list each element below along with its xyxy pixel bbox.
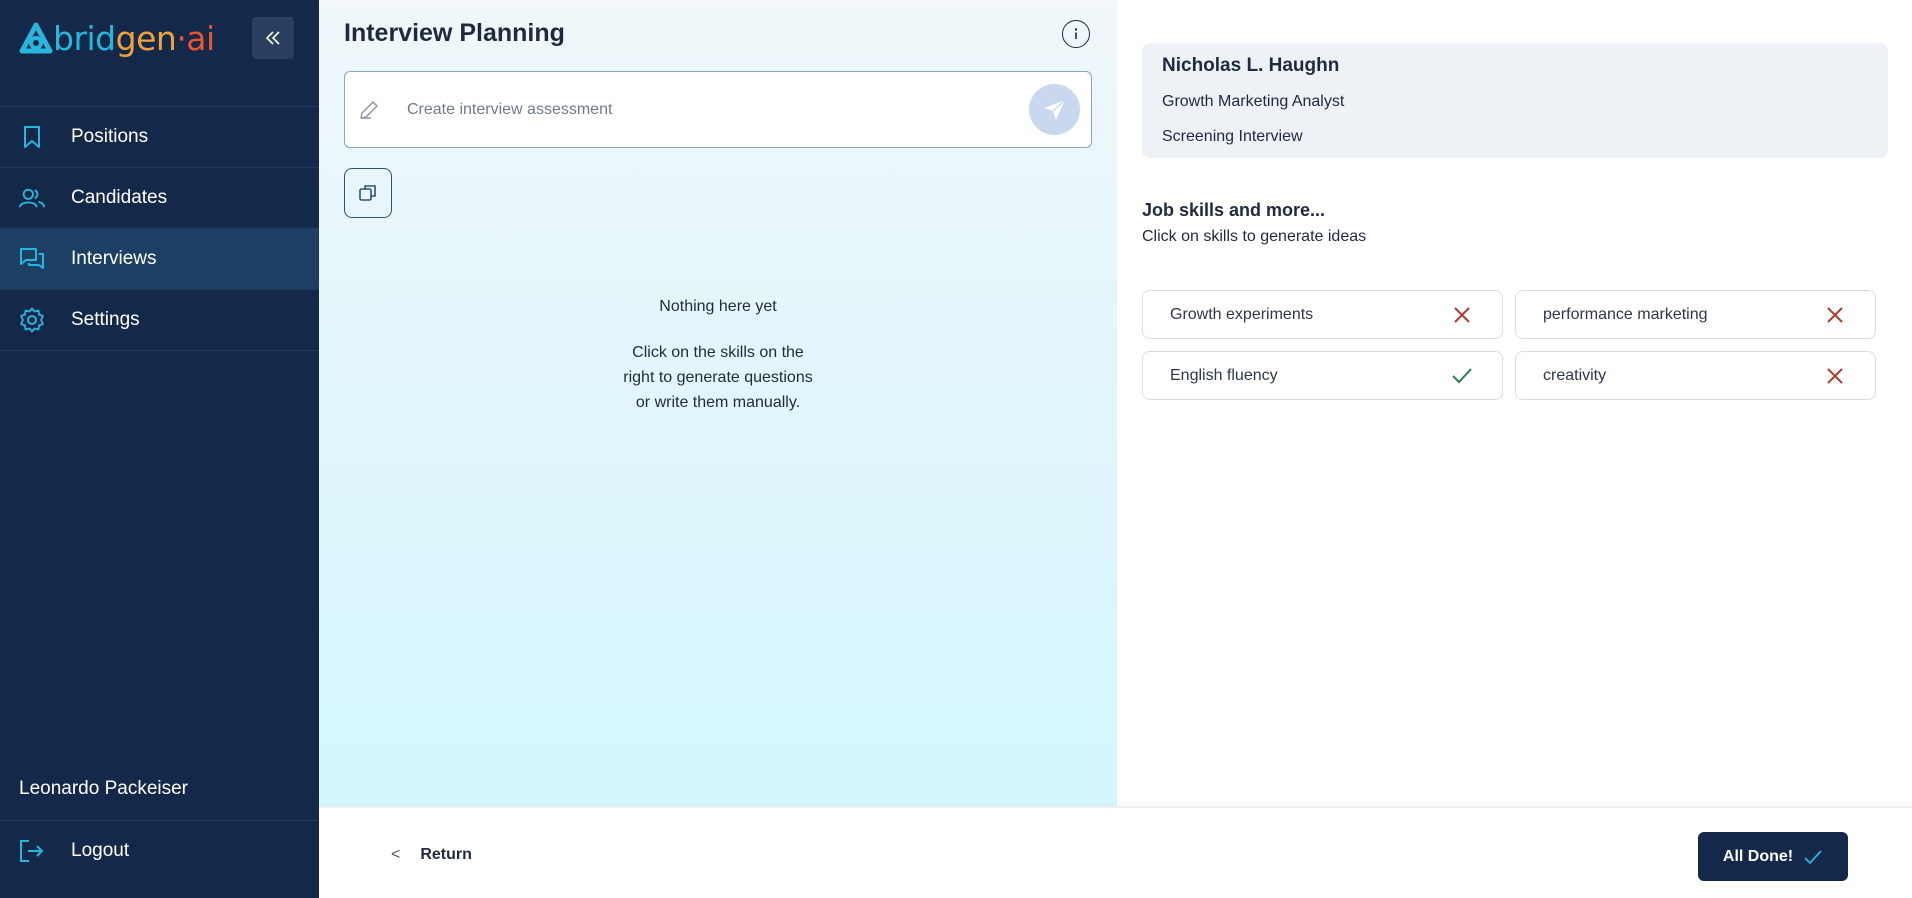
chevron-left-icon: < [391,846,401,863]
skill-chip-growth-experiments[interactable]: Growth experiments [1142,290,1503,339]
candidate-role: Growth Marketing Analyst [1162,93,1345,110]
collapse-sidebar-button[interactable] [252,17,294,59]
send-button[interactable] [1029,84,1080,135]
skill-label: Growth experiments [1170,305,1314,323]
logout-button[interactable]: Logout [0,820,319,881]
sidebar: bridgen·ai Positions Candidates Intervie… [0,0,319,898]
return-label: Return [420,846,472,863]
sidebar-item-settings[interactable]: Settings [0,290,319,351]
gear-icon [19,307,45,333]
chat-icon [19,246,45,272]
page-title: Interview Planning [344,19,565,47]
sidebar-item-interviews[interactable]: Interviews [0,229,319,290]
sidebar-item-label: Candidates [71,187,168,208]
info-button[interactable] [1062,20,1090,48]
logo-row: bridgen·ai [0,0,319,107]
logo-mark-icon [19,22,53,53]
all-done-label: All Done! [1722,847,1794,865]
interview-type: Screening Interview [1162,128,1303,145]
candidate-card: Nicholas L. Haughn Growth Marketing Anal… [1142,43,1888,158]
skills-panel: Nicholas L. Haughn Growth Marketing Anal… [1117,0,1912,806]
brand-name: bridgen·ai [53,19,215,58]
assessment-input[interactable] [407,92,1007,128]
send-icon [1043,98,1065,120]
all-done-button[interactable]: All Done! [1698,832,1848,881]
remove-icon[interactable] [1823,364,1847,388]
current-user-name: Leonardo Packeiser [19,778,188,799]
copy-icon [359,185,376,201]
sidebar-item-label: Interviews [71,248,157,269]
info-icon [1074,28,1078,39]
skill-label: creativity [1543,366,1607,384]
sidebar-item-label: Settings [71,309,140,330]
sidebar-item-positions[interactable]: Positions [0,107,319,168]
users-icon [19,185,45,211]
footer-bar: < Return All Done! [319,806,1912,898]
interview-planning-panel: Interview Planning Nothing here yet Clic… [319,0,1117,806]
skill-label: performance marketing [1543,305,1708,323]
copy-button[interactable] [344,168,392,218]
check-icon [1804,849,1822,864]
pencil-icon [360,101,378,119]
logout-icon [19,838,45,864]
return-button[interactable]: < Return [391,846,472,864]
logout-label: Logout [71,840,130,861]
brand-logo[interactable]: bridgen·ai [19,19,215,58]
candidate-name: Nicholas L. Haughn [1162,55,1340,76]
remove-icon[interactable] [1823,303,1847,327]
empty-state-title: Nothing here yet [659,298,777,315]
skills-title: Job skills and more... [1142,200,1326,220]
sidebar-item-label: Positions [71,126,149,147]
check-icon[interactable] [1450,364,1474,388]
bookmark-icon [19,124,45,150]
double-chevron-left-icon [265,31,280,45]
skill-chip-english-fluency[interactable]: English fluency [1142,351,1503,400]
skills-subtitle: Click on skills to generate ideas [1142,228,1367,245]
empty-state-text: Click on the skills on the right to gene… [623,344,813,411]
remove-icon[interactable] [1450,303,1474,327]
sidebar-item-candidates[interactable]: Candidates [0,168,319,229]
assessment-input-box [344,71,1092,148]
skill-chip-performance-marketing[interactable]: performance marketing [1515,290,1876,339]
skill-label: English fluency [1170,366,1278,384]
skill-chip-creativity[interactable]: creativity [1515,351,1876,400]
